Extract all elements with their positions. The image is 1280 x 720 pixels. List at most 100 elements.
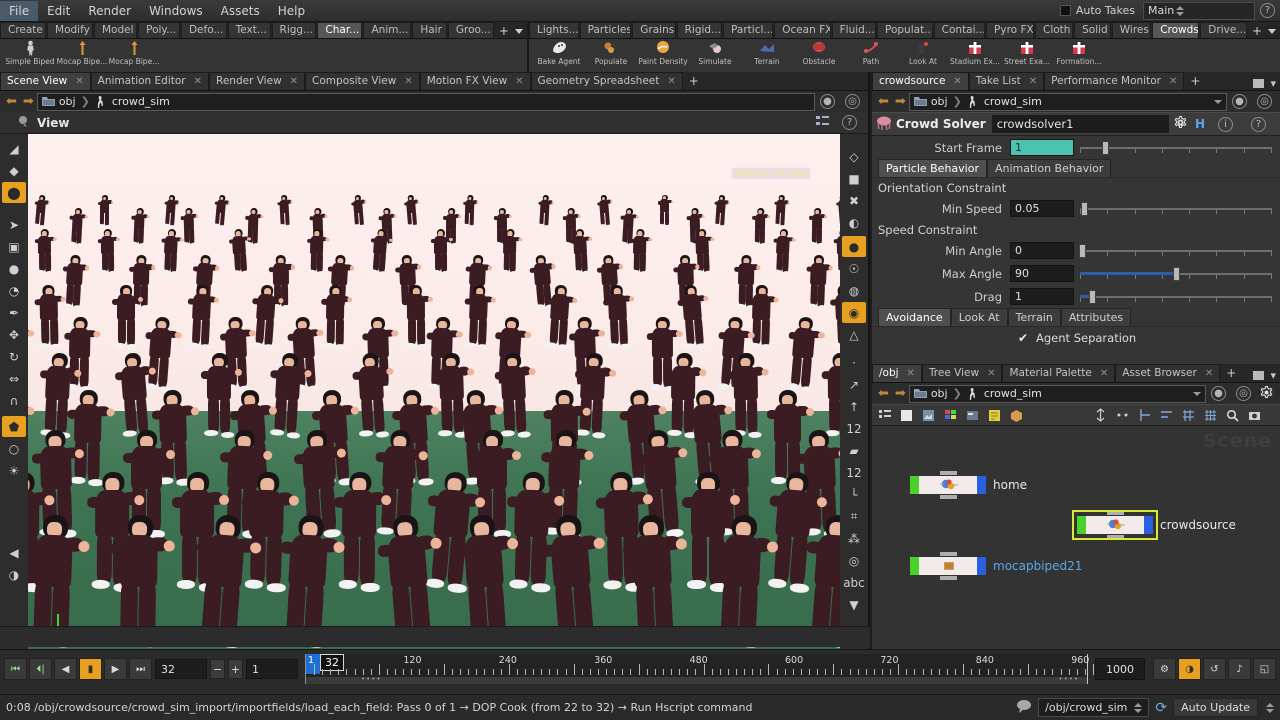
menu-item-file[interactable]: File [0,0,39,21]
pin-icon[interactable]: ● [820,94,835,109]
update-mode-spinner-icon[interactable] [1266,702,1274,713]
visibility-icon[interactable]: ◇ [842,146,866,167]
shelf-tab-model[interactable]: Model [93,22,138,38]
net-path-segment-node[interactable]: crowd_sim [967,387,1042,400]
view-menu-icon[interactable] [18,115,31,130]
auto-takes-checkbox[interactable] [1059,5,1071,16]
path-segment-node[interactable]: crowd_sim [95,95,170,108]
close-icon[interactable]: ✕ [1029,73,1037,90]
shelf-tab-particles[interactable]: Particles [579,22,632,38]
pane-tab-takelist[interactable]: Take List ✕ [968,72,1045,90]
bones-icon[interactable]: ⁂ [842,528,866,549]
close-icon[interactable]: ✕ [75,73,83,90]
menu-item-windows[interactable]: Windows [140,1,212,21]
frame-decrement-button[interactable]: − [210,659,225,679]
shelf-tool-streetexa[interactable]: Street Exa... [1001,40,1053,72]
node-body[interactable] [910,552,986,580]
parameter-value-field[interactable]: 0.05 [1010,200,1074,217]
scroll-handle-right[interactable]: •••• [1058,675,1079,683]
parm-path-segment-node[interactable]: crowd_sim [967,95,1042,108]
parm-back-arrow-icon[interactable]: ⬅ [875,94,892,109]
material-icon[interactable]: ◉ [842,302,866,323]
parm-pin-icon[interactable]: ● [1232,94,1247,109]
node-render-flag[interactable] [977,557,986,575]
slider-handle[interactable] [1088,290,1096,304]
grid-icon[interactable] [1202,407,1219,423]
scope-icon[interactable]: ↺ [1203,658,1226,680]
parm-link-icon[interactable]: ◎ [1257,94,1272,109]
close-icon[interactable]: ✕ [515,73,523,90]
pane-menu-icon[interactable]: ▾ [1253,77,1280,90]
view-layout-icon[interactable] [816,115,830,130]
blank-node-icon[interactable] [898,407,915,423]
object-tool-icon[interactable]: ▣ [2,236,26,257]
ambient-light-icon[interactable]: ◍ [842,280,866,301]
undo-tool-icon[interactable]: ◀ [2,542,26,563]
shelf-tool-populate[interactable]: Populate [585,40,637,72]
magnet-soft-icon[interactable]: ◔ [2,280,26,301]
shelf-tab-rigg[interactable]: Rigg... [271,22,317,38]
add-pane-tab-button[interactable]: + [1220,365,1242,382]
net-forward-arrow-icon[interactable]: ➡ [892,386,909,401]
help-icon[interactable]: ? [1260,3,1275,18]
slider-handle[interactable] [1101,141,1109,155]
node-input-connector[interactable] [940,471,957,475]
shelf-tab-text[interactable]: Text... [227,22,271,38]
handle-tool-icon[interactable]: ◆ [2,160,26,181]
parameter-value-field[interactable]: 1 [1010,288,1074,305]
measure-tool-icon[interactable]: ○ [2,438,26,459]
pane-tab-assetbrowser[interactable]: Asset Browser ✕ [1115,364,1221,382]
grid-icon[interactable]: ⌗ [842,506,866,527]
shelf-tab-wires[interactable]: Wires [1111,22,1152,38]
shelf-tab-grains[interactable]: Grains [632,22,676,38]
plus-icon[interactable]: + [1252,24,1262,38]
net-path-segment-obj[interactable]: obj [913,387,948,400]
prim-hulls-icon[interactable]: ▰ [842,440,866,461]
net-path-dropdown-icon[interactable] [1193,391,1201,396]
vectors-icon[interactable]: ↑ [842,396,866,417]
parm-forward-arrow-icon[interactable]: ➡ [892,94,909,109]
node-name-field[interactable]: crowdsolver1 [991,115,1169,133]
jump-to-start-button[interactable]: ⏮ [4,658,27,680]
arrow-tool-icon[interactable]: ➤ [2,214,26,235]
close-icon[interactable]: ✕ [1169,73,1177,90]
capture-icon[interactable]: ◎ [842,550,866,571]
folder-tab-terrain[interactable]: Terrain [1007,308,1061,326]
viewport-path-field[interactable]: obj ❯ crowd_sim [36,92,815,111]
timeline-scrollbar[interactable]: •••• •••• [306,675,1087,684]
node-body[interactable] [1072,510,1158,540]
chevron-down-icon[interactable] [514,28,523,34]
magnet-tool-icon[interactable]: ∩ [2,390,26,411]
shelf-tool-bakeagent[interactable]: Bake Agent [533,40,585,72]
view-help-icon[interactable]: ? [842,115,857,130]
shelf-tab-fluid[interactable]: Fluid... [831,22,877,38]
hscript-icon[interactable]: H [1195,117,1205,131]
pane-tab-performancemonitor[interactable]: Performance Monitor ✕ [1044,72,1185,90]
folder-tab-attributes[interactable]: Attributes [1060,308,1132,326]
plus-icon[interactable]: + [499,24,509,38]
network-node-home[interactable]: home [910,471,1027,499]
node-input-connector[interactable] [940,552,957,556]
point-numbers-icon[interactable]: 12 [842,418,866,439]
shelf-tab-drive[interactable]: Drive... [1200,22,1247,38]
node-body[interactable] [910,471,986,499]
shelf-tab-contai[interactable]: Contai... [933,22,986,38]
list-view-icon[interactable] [876,407,893,423]
net-gear-icon[interactable] [1260,385,1273,402]
light-tool-icon[interactable]: ☀ [2,460,26,481]
slider-handle[interactable] [1173,267,1180,281]
back-arrow-icon[interactable]: ⬅ [3,94,20,109]
align-horizontal-icon[interactable] [1158,407,1175,423]
close-icon[interactable]: ✕ [667,73,675,90]
lock-icon[interactable]: ■ [842,168,866,189]
network-path-field[interactable]: obj ❯ crowd_sim [908,384,1206,403]
range-end-field[interactable]: 1000 [1095,658,1145,680]
parameter-slider[interactable] [1080,288,1272,305]
shelf-add-tab-button[interactable]: + [1248,24,1280,38]
light-bulb-icon[interactable]: ● [842,236,866,257]
info-icon[interactable]: i [1218,116,1233,132]
update-mode-button[interactable]: Auto Update [1173,698,1258,717]
status-path-field[interactable]: /obj/crowd_sim [1038,698,1150,717]
align-vertical-icon[interactable] [1092,407,1109,423]
pane-tab-sceneview[interactable]: Scene View ✕ [0,72,91,90]
